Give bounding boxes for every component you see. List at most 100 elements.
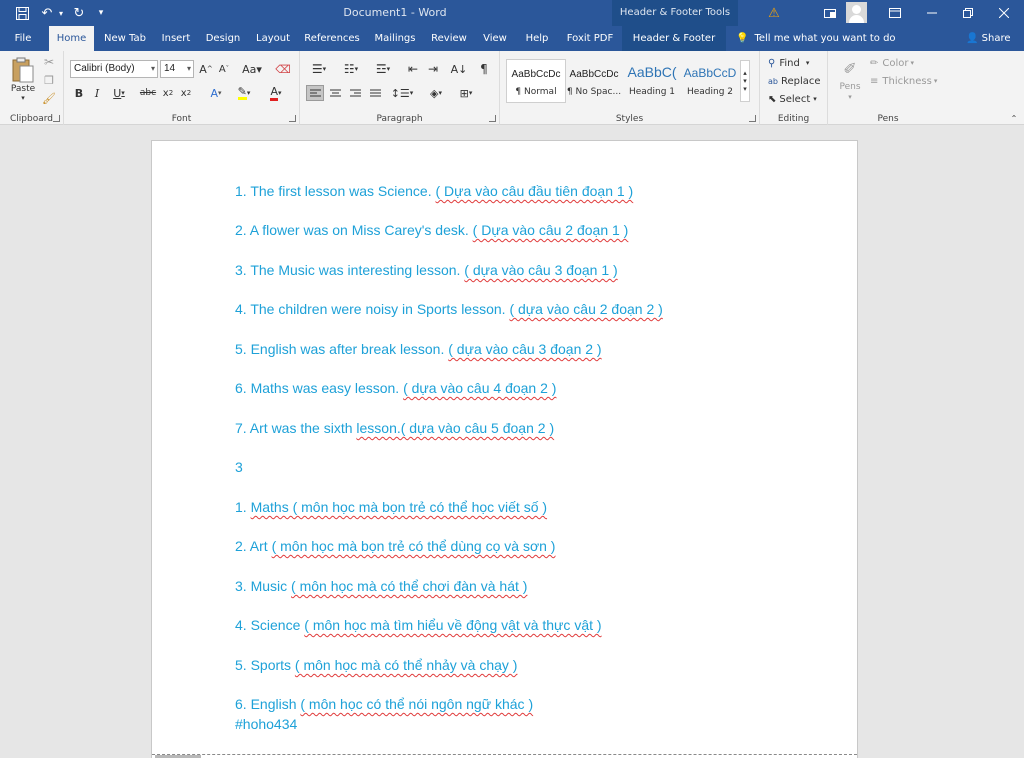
- tab-help[interactable]: Help: [520, 26, 554, 51]
- styles-launcher-icon[interactable]: [749, 115, 756, 122]
- hashtag-line[interactable]: #hoho434: [235, 716, 297, 732]
- tab-foxit-pdf[interactable]: Foxit PDF: [564, 26, 616, 51]
- align-center-icon[interactable]: [326, 85, 344, 101]
- subscript-icon[interactable]: x2: [160, 85, 176, 101]
- ribbon-display-icon[interactable]: [820, 0, 840, 26]
- replace-button[interactable]: ab Replace: [768, 73, 826, 89]
- line-annotation: ( môn học mà bọn trẻ có thể dùng cọ và s…: [271, 538, 556, 554]
- restore-button[interactable]: [950, 0, 986, 26]
- decrease-indent-icon[interactable]: ⇤: [404, 60, 422, 78]
- document-line[interactable]: 4. Science ( môn học mà tìm hiểu về động…: [235, 617, 602, 633]
- font-launcher-icon[interactable]: [289, 115, 296, 122]
- undo-icon[interactable]: ↶: [36, 0, 58, 26]
- tab-insert[interactable]: Insert: [156, 26, 196, 51]
- clear-formatting-icon[interactable]: ⌫: [274, 60, 292, 78]
- change-case-icon[interactable]: Aa▾: [240, 60, 264, 78]
- redo-icon[interactable]: ↻: [68, 0, 90, 26]
- tab-new-tab[interactable]: New Tab: [100, 26, 150, 51]
- tab-header-footer[interactable]: Header & Footer: [622, 26, 726, 51]
- strikethrough-icon[interactable]: abc: [140, 85, 156, 101]
- document-line[interactable]: 2. A flower was on Miss Carey's desk. ( …: [235, 222, 628, 238]
- italic-icon[interactable]: I: [90, 85, 104, 101]
- tab-design[interactable]: Design: [202, 26, 244, 51]
- pens-group: ✐ Pens ▾ ✏ Color ▾ ≡ Thickness ▾ Pens: [828, 51, 948, 125]
- paste-dropdown-icon[interactable]: ▾: [16, 94, 30, 102]
- underline-icon[interactable]: U ▾: [108, 85, 130, 101]
- justify-icon[interactable]: [366, 85, 384, 101]
- share-button[interactable]: 👤 Share: [966, 26, 1011, 51]
- find-button[interactable]: ⚲ Find ▾: [768, 55, 826, 71]
- tab-mailings[interactable]: Mailings: [370, 26, 420, 51]
- tab-home[interactable]: Home: [49, 26, 94, 51]
- undo-dropdown-icon[interactable]: ▾: [56, 0, 66, 26]
- document-line[interactable]: 1. Maths ( môn học mà bọn trẻ có thể học…: [235, 499, 547, 515]
- style-normal[interactable]: AaBbCcDc ¶ Normal: [506, 59, 566, 103]
- clipboard-launcher-icon[interactable]: [53, 115, 60, 122]
- align-right-icon[interactable]: [346, 85, 364, 101]
- show-marks-icon[interactable]: ¶: [476, 60, 492, 78]
- format-painter-icon[interactable]: 🖌: [42, 91, 56, 105]
- ribbon-options-icon[interactable]: [884, 0, 906, 26]
- minimize-button[interactable]: [914, 0, 950, 26]
- tab-references[interactable]: References: [304, 26, 360, 51]
- document-line[interactable]: 7. Art was the sixth lesson.( dựa vào câ…: [235, 420, 554, 436]
- grow-font-icon[interactable]: A ^: [198, 60, 214, 78]
- tab-review[interactable]: Review: [428, 26, 470, 51]
- tab-view[interactable]: View: [480, 26, 510, 51]
- style-no-spacing[interactable]: AaBbCcDc ¶ No Spac...: [565, 60, 623, 102]
- collapse-ribbon-icon[interactable]: ⌃: [1008, 113, 1020, 123]
- font-color-icon[interactable]: A ▾: [264, 85, 288, 101]
- document-line[interactable]: 6. English ( môn học có thể nói ngôn ngữ…: [235, 696, 533, 712]
- save-icon[interactable]: [10, 0, 34, 26]
- text-effects-icon[interactable]: A ▾: [204, 85, 228, 101]
- chevron-down-icon: ▾: [743, 77, 747, 85]
- pens-dropdown-icon[interactable]: ▾: [844, 93, 856, 101]
- select-button[interactable]: ⬉ Select ▾: [768, 91, 826, 107]
- copy-icon[interactable]: ❐: [42, 73, 56, 87]
- style-heading-2[interactable]: AaBbCcD Heading 2: [681, 60, 739, 102]
- paste-icon[interactable]: [8, 56, 38, 84]
- tab-layout[interactable]: Layout: [252, 26, 294, 51]
- sort-icon[interactable]: A↓: [450, 60, 468, 78]
- user-avatar[interactable]: [846, 2, 867, 23]
- bold-icon[interactable]: B: [72, 85, 86, 101]
- document-line[interactable]: 6. Maths was easy lesson. ( dựa vào câu …: [235, 380, 556, 396]
- pen-color-button[interactable]: ✏ Color ▾: [870, 55, 942, 71]
- pen-thickness-button[interactable]: ≡ Thickness ▾: [870, 73, 946, 89]
- style-heading-1[interactable]: AaBbC( Heading 1: [623, 60, 681, 102]
- document-area[interactable]: 1. The first lesson was Science. ( Dựa v…: [0, 125, 1024, 758]
- customize-qat-icon[interactable]: ▾: [94, 0, 108, 26]
- pens-icon[interactable]: ✐: [838, 57, 862, 79]
- tell-me-box[interactable]: 💡 Tell me what you want to do: [736, 26, 896, 51]
- highlight-color-icon[interactable]: ✎ ▾: [232, 85, 256, 101]
- document-line[interactable]: 3. The Music was interesting lesson. ( d…: [235, 262, 618, 278]
- borders-icon[interactable]: ⊞ ▾: [454, 85, 478, 101]
- font-name-combo[interactable]: Calibri (Body): [70, 60, 158, 78]
- document-line[interactable]: 5. Sports ( môn học mà có thể nhảy và ch…: [235, 657, 517, 673]
- document-line[interactable]: 1. The first lesson was Science. ( Dựa v…: [235, 183, 633, 199]
- document-line[interactable]: 3: [235, 459, 243, 475]
- document-line[interactable]: 3. Music ( môn học mà có thể chơi đàn và…: [235, 578, 527, 594]
- numbering-icon[interactable]: ☷ ▾: [338, 60, 364, 78]
- document-line[interactable]: 2. Art ( môn học mà bọn trẻ có thể dùng …: [235, 538, 555, 554]
- styles-scroll[interactable]: ▴ ▾ ▾: [740, 60, 750, 102]
- bullets-icon[interactable]: ☰ ▾: [306, 60, 332, 78]
- document-line[interactable]: 5. English was after break lesson. ( dựa…: [235, 341, 602, 357]
- shrink-font-icon[interactable]: Aˇ: [216, 60, 232, 78]
- pens-button[interactable]: Pens: [834, 81, 866, 93]
- document-line[interactable]: 4. The children were noisy in Sports les…: [235, 301, 663, 317]
- chevron-up-icon: ▴: [743, 69, 747, 77]
- cut-icon[interactable]: ✂: [42, 55, 56, 69]
- paragraph-launcher-icon[interactable]: [489, 115, 496, 122]
- warning-icon[interactable]: ⚠: [764, 0, 784, 26]
- close-button[interactable]: [986, 0, 1022, 26]
- shading-icon[interactable]: ◈ ▾: [424, 85, 448, 101]
- align-left-icon[interactable]: [306, 85, 324, 101]
- tab-file[interactable]: File: [6, 26, 40, 51]
- line-spacing-icon[interactable]: ↕☰ ▾: [390, 85, 414, 101]
- document-page[interactable]: 1. The first lesson was Science. ( Dựa v…: [151, 140, 858, 758]
- multilevel-list-icon[interactable]: ☲ ▾: [370, 60, 396, 78]
- superscript-icon[interactable]: x2: [178, 85, 194, 101]
- font-size-combo[interactable]: 14: [160, 60, 194, 78]
- increase-indent-icon[interactable]: ⇥: [424, 60, 442, 78]
